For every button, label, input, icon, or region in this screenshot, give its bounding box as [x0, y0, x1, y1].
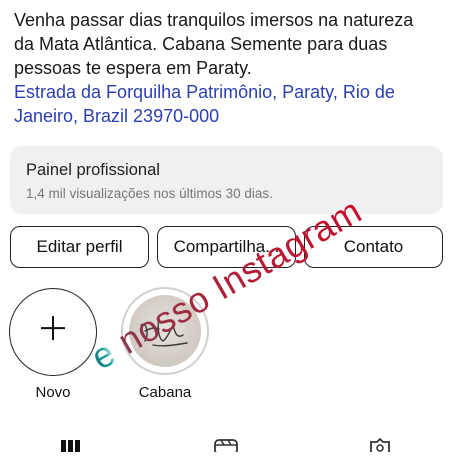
instagram-watermark: e nosso Instagram — [84, 190, 369, 379]
tagged-icon[interactable] — [368, 437, 392, 457]
new-highlight-button[interactable] — [9, 288, 97, 376]
panel-subtitle: 1,4 mil visualizações nos últimos 30 dia… — [26, 186, 273, 201]
bio-line: Venha passar dias tranquilos imersos na … — [14, 10, 414, 30]
profile-tab-bar — [0, 432, 450, 455]
reels-icon[interactable] — [214, 438, 238, 457]
address-link-line[interactable]: Estrada da Forquilha Patrimônio, Paraty,… — [14, 80, 439, 104]
grid-icon[interactable] — [60, 438, 82, 457]
profile-bio: Venha passar dias tranquilos imersos na … — [14, 8, 439, 128]
highlight-label-cabana: Cabana — [138, 384, 192, 401]
new-highlight-label: Novo — [35, 384, 71, 401]
plus-icon — [38, 310, 68, 352]
panel-title: Painel profissional — [26, 161, 160, 179]
bio-line: da Mata Atlântica. Cabana Semente para d… — [14, 34, 388, 54]
address-link-line[interactable]: Janeiro, Brazil 23970-000 — [14, 104, 439, 128]
edit-profile-button[interactable]: Editar perfil — [10, 226, 149, 268]
watermark-text: nosso Instagram — [110, 189, 369, 362]
bio-line: pessoas te espera em Paraty. — [14, 58, 252, 78]
professional-dashboard-panel[interactable]: Painel profissional 1,4 mil visualizaçõe… — [10, 146, 443, 214]
